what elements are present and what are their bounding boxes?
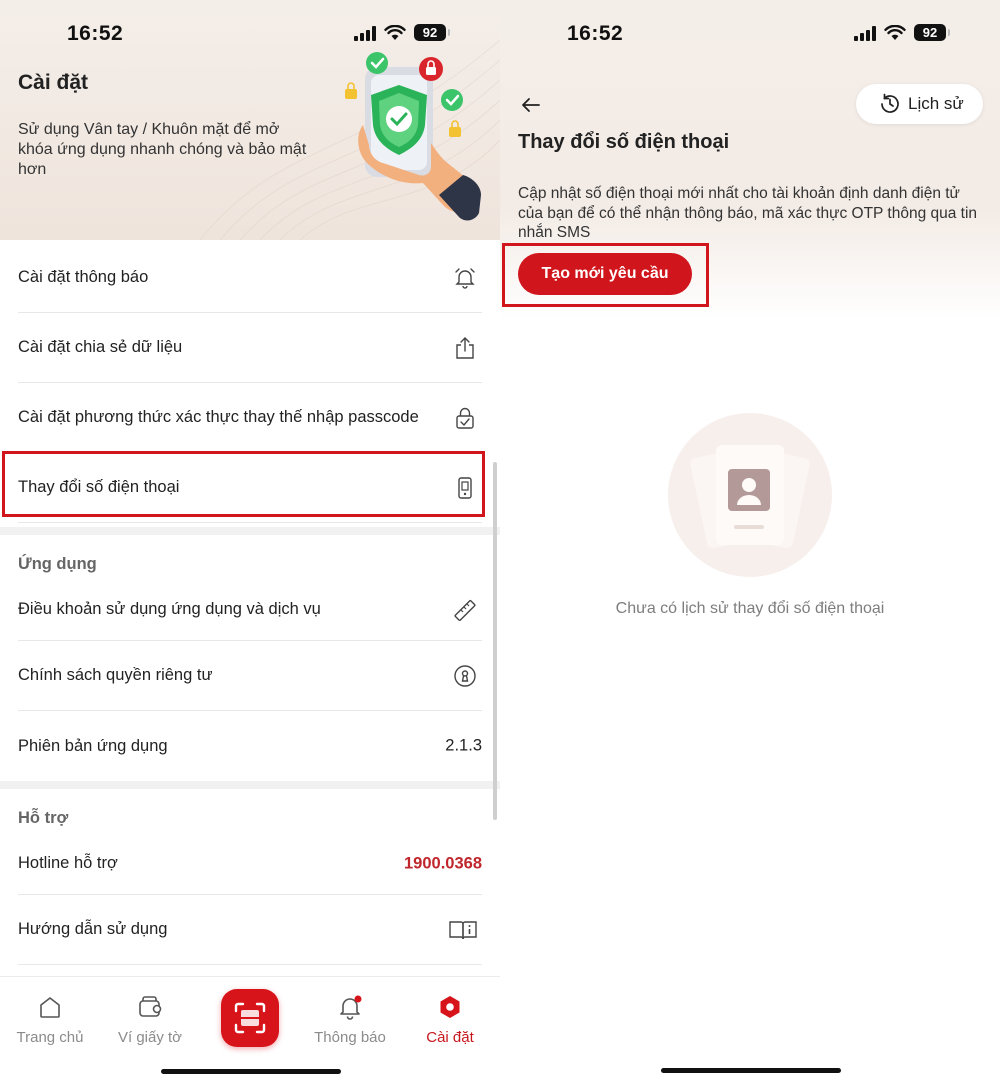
- status-time: 16:52: [67, 22, 124, 45]
- hotline-number[interactable]: 1900.0368: [404, 854, 482, 873]
- page-description: Cập nhật số điện thoại mới nhất cho tài …: [518, 185, 978, 241]
- nav-wallet[interactable]: Ví giấy tờ: [100, 993, 200, 1046]
- scan-icon: [234, 1002, 266, 1034]
- setting-label: Phiên bản ứng dụng: [18, 736, 168, 755]
- nav-label: Cài đặt: [426, 1029, 474, 1046]
- section-title-app: Ứng dụng: [18, 555, 97, 573]
- lock-check-icon: [456, 407, 474, 429]
- section-title-support: Hỗ trợ: [18, 809, 69, 827]
- setting-notification[interactable]: Cài đặt thông báo: [18, 243, 482, 313]
- notification-bell-icon: [340, 995, 362, 1020]
- status-icons: 92: [354, 24, 450, 41]
- header-description: Sử dụng Vân tay / Khuôn mặt để mở khóa ứ…: [18, 121, 307, 178]
- setting-user-guide[interactable]: Hướng dẫn sử dụng: [18, 895, 482, 965]
- highlight-frame: [502, 243, 709, 307]
- empty-state-illustration: [668, 413, 832, 577]
- keyhole-icon: [454, 664, 476, 687]
- setting-label: Điều khoản sử dụng ứng dụng và dịch vụ: [18, 600, 321, 618]
- section-divider: [0, 527, 500, 535]
- setting-passcode-alternative[interactable]: Cài đặt phương thức xác thực thay thế nh…: [18, 383, 482, 453]
- app-version-value: 2.1.3: [445, 736, 482, 755]
- change-phone-screen: 16:52 92 Lịch sử Thay đổi số điện thoại …: [500, 0, 1000, 1083]
- page-title: Cài đặt: [18, 71, 89, 94]
- settings-hexagon-icon: [440, 996, 460, 1018]
- setting-label: Hướng dẫn sử dụng: [18, 920, 168, 938]
- settings-list: Cài đặt thông báo Cài đặt chia sẻ dữ liệ…: [0, 243, 500, 965]
- status-time: 16:52: [567, 22, 624, 45]
- status-bar: 16:52 92: [500, 0, 1000, 66]
- nav-notifications[interactable]: Thông báo: [300, 993, 400, 1046]
- home-icon: [40, 997, 60, 1018]
- settings-screen: Cài đặt Sử dụng Vân tay / Khuôn mặt để m…: [0, 0, 500, 1083]
- setting-data-sharing[interactable]: Cài đặt chia sẻ dữ liệu: [18, 313, 482, 383]
- home-indicator: [161, 1069, 341, 1074]
- status-icons: 92: [854, 24, 950, 41]
- nav-home[interactable]: Trang chủ: [0, 993, 100, 1046]
- book-info-icon: [449, 920, 477, 939]
- setting-terms[interactable]: Điều khoản sử dụng ứng dụng và dịch vụ: [18, 579, 482, 641]
- cellular-signal-icon: [854, 25, 876, 41]
- wallet-icon: [139, 996, 162, 1017]
- setting-hotline[interactable]: Hotline hỗ trợ 1900.0368: [18, 833, 482, 895]
- wifi-icon: [884, 24, 906, 41]
- nav-label: Ví giấy tờ: [117, 1029, 183, 1046]
- section-divider: [0, 781, 500, 789]
- cellular-signal-icon: [354, 25, 376, 41]
- nav-settings[interactable]: Cài đặt: [400, 993, 500, 1046]
- scan-button[interactable]: [221, 989, 279, 1047]
- nav-label: Thông báo: [314, 1029, 386, 1046]
- setting-label: Cài đặt chia sẻ dữ liệu: [18, 338, 183, 356]
- history-clock-icon: [881, 93, 899, 113]
- empty-state-text: Chưa có lịch sử thay đổi số điện thoại: [615, 600, 885, 617]
- share-upload-icon: [456, 336, 474, 359]
- setting-label: Hotline hỗ trợ: [18, 854, 118, 872]
- back-arrow-icon[interactable]: [518, 92, 544, 118]
- battery-icon: 92: [414, 24, 450, 41]
- home-indicator: [661, 1068, 841, 1073]
- history-button[interactable]: Lịch sử: [856, 84, 983, 124]
- status-bar: 16:52 92: [0, 0, 500, 66]
- wifi-icon: [384, 24, 406, 41]
- nav-label: Trang chủ: [16, 1029, 84, 1046]
- phone-security-illustration: [345, 52, 481, 221]
- history-label: Lịch sử: [908, 94, 964, 113]
- page-title: Thay đổi số điện thoại: [518, 131, 730, 153]
- highlight-frame: [2, 451, 485, 517]
- alarm-bell-icon: [455, 267, 475, 289]
- setting-label: Cài đặt thông báo: [18, 268, 149, 286]
- ruler-icon: [454, 599, 476, 621]
- setting-label: Cài đặt phương thức xác thực thay thế nh…: [18, 408, 419, 426]
- battery-icon: 92: [914, 24, 950, 41]
- scrollbar[interactable]: [493, 462, 497, 820]
- setting-label: Chính sách quyền riêng tư: [18, 666, 213, 684]
- setting-app-version: Phiên bản ứng dụng 2.1.3: [18, 711, 482, 781]
- setting-privacy-policy[interactable]: Chính sách quyền riêng tư: [18, 641, 482, 711]
- bottom-navigation: Trang chủ Ví giấy tờ Thông báo Cài đặt: [0, 976, 500, 1083]
